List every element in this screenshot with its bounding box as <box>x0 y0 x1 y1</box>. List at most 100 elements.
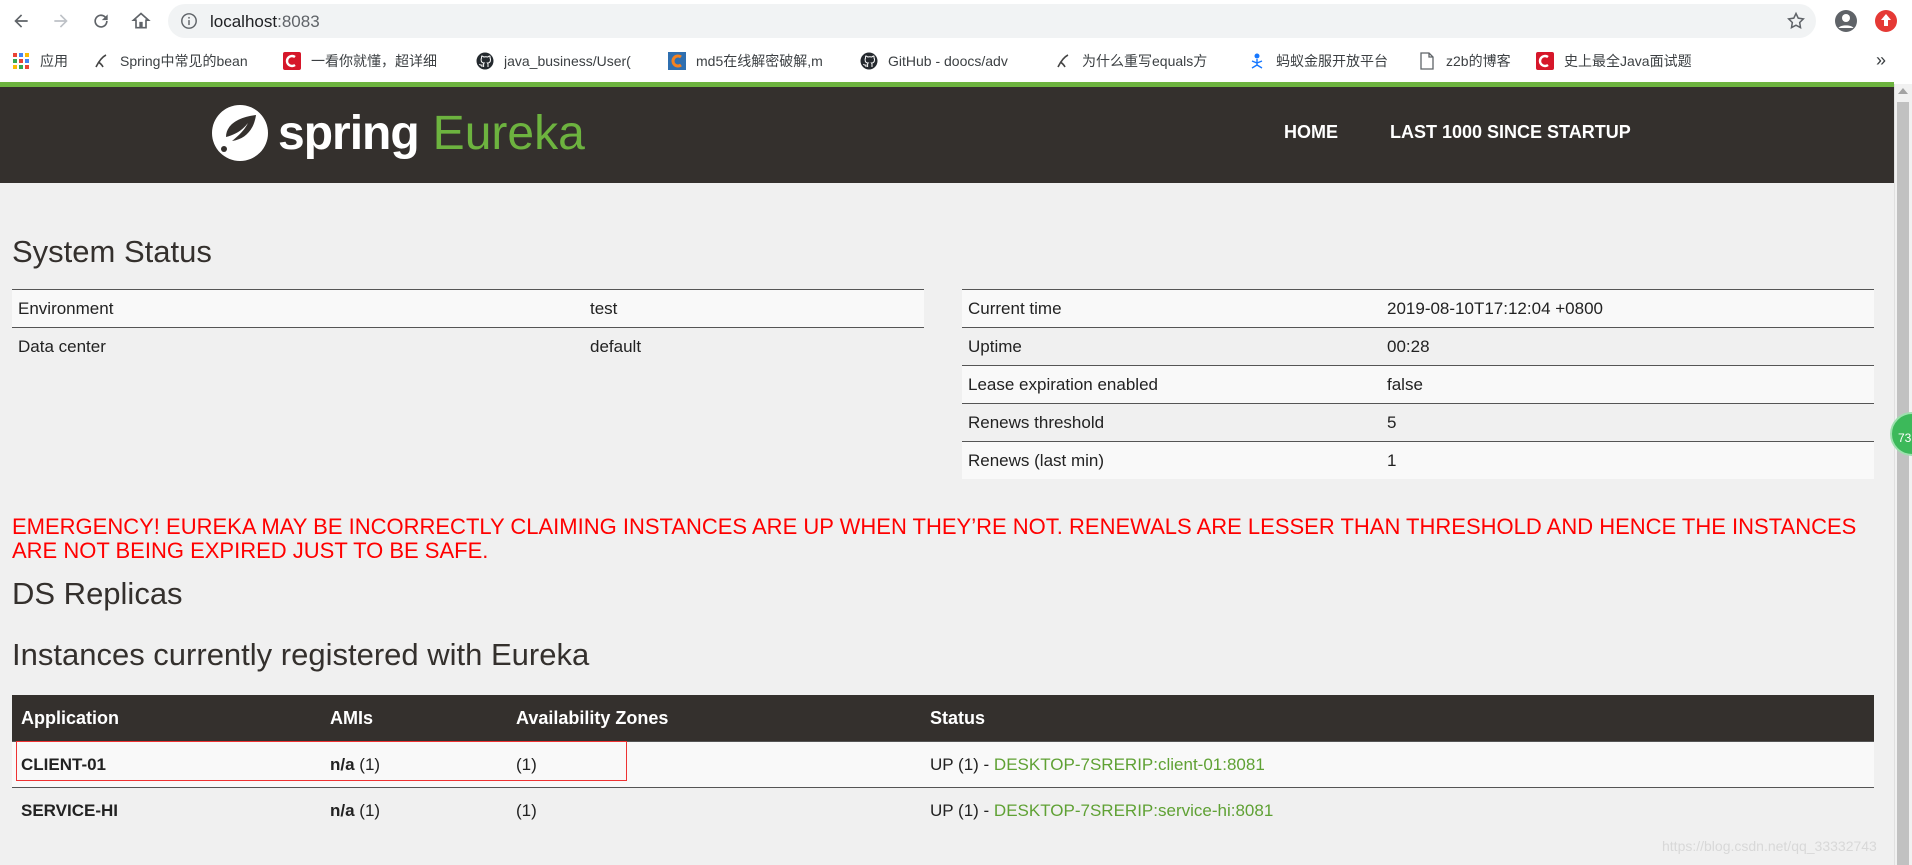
column-header-zones: Availability Zones <box>507 695 921 742</box>
status-label: Current time <box>962 289 1381 328</box>
amis-value: n/a <box>330 800 355 820</box>
application-name: SERVICE-HI <box>12 787 321 833</box>
bookmark-item[interactable]: java_business/User( <box>476 51 646 71</box>
forward-button[interactable] <box>48 8 74 34</box>
bookmark-item[interactable]: 一看你就懂，超详细 <box>283 51 453 71</box>
system-status-title: System Status <box>12 234 212 269</box>
url-text[interactable]: localhost:8083 <box>210 12 320 32</box>
bookmark-label: 蚂蚁金服开放平台 <box>1276 53 1388 69</box>
url-port: :8083 <box>277 12 320 31</box>
browser-chrome: localhost:8083 应用 Spring中常见的bean 一看你就懂，超… <box>0 0 1912 84</box>
status-text: UP (1) - <box>930 754 994 774</box>
amis-count: (1) <box>359 754 381 774</box>
bean-icon <box>92 52 110 70</box>
bookmarks-bar: 应用 Spring中常见的bean 一看你就懂，超详细 java_busines… <box>0 42 1912 80</box>
amis-cell: n/a (1) <box>321 787 507 833</box>
table-row: SERVICE-HI n/a (1) (1) UP (1) - DESKTOP-… <box>12 787 1874 833</box>
brand-eureka: Eureka <box>432 106 585 160</box>
status-value: 1 <box>1381 441 1874 479</box>
github-icon <box>476 52 494 70</box>
reload-button[interactable] <box>88 8 114 34</box>
bean-icon <box>1054 52 1072 70</box>
bookmark-star-icon[interactable] <box>1786 11 1806 31</box>
cmd5-icon <box>668 52 686 70</box>
ds-replicas-title: DS Replicas <box>12 576 183 611</box>
status-value: false <box>1381 365 1874 404</box>
nav-home-link[interactable]: HOME <box>1284 122 1338 143</box>
column-header-application: Application <box>12 695 321 742</box>
bookmark-label: Spring中常见的bean <box>120 53 248 69</box>
address-bar[interactable]: localhost:8083 <box>168 4 1816 38</box>
bookmark-item[interactable]: md5在线解密破解,m <box>668 51 840 71</box>
bookmark-item[interactable]: z2b的博客 <box>1418 51 1528 71</box>
reload-icon <box>94 14 108 28</box>
status-label: Lease expiration enabled <box>962 365 1381 404</box>
home-icon <box>131 12 151 29</box>
status-cell: UP (1) - DESKTOP-7SRERIP:service-hi:8081 <box>921 787 1874 833</box>
table-row: CLIENT-01 n/a (1) (1) UP (1) - DESKTOP-7… <box>12 741 1874 788</box>
nav-last-1000-link[interactable]: LAST 1000 SINCE STARTUP <box>1390 122 1631 143</box>
bookmark-item[interactable]: GitHub - doocs/adv <box>860 51 1032 71</box>
spring-eureka-logo[interactable]: spring Eureka <box>210 101 585 165</box>
status-label: Uptime <box>962 327 1381 366</box>
column-header-amis: AMIs <box>321 695 507 742</box>
bookmark-item[interactable]: 蚂蚁金服开放平台 <box>1248 51 1398 71</box>
bookmark-label: 一看你就懂，超详细 <box>311 53 437 69</box>
bookmark-label: 应用 <box>40 53 68 69</box>
csdn-icon <box>1536 52 1554 70</box>
status-label: Renews threshold <box>962 403 1381 442</box>
bookmark-label: GitHub - doocs/adv <box>888 53 1008 69</box>
bookmark-item[interactable]: Spring中常见的bean <box>92 51 262 71</box>
status-value: default <box>584 327 924 365</box>
csdn-icon <box>283 52 301 70</box>
instance-link[interactable]: DESKTOP-7SRERIP:service-hi:8081 <box>994 801 1273 820</box>
status-row: Renews (last min) 1 <box>962 441 1874 479</box>
status-row: Lease expiration enabled false <box>962 365 1874 404</box>
emergency-warning: EMERGENCY! EUREKA MAY BE INCORRECTLY CLA… <box>12 514 1857 563</box>
status-row: Environment test <box>12 289 924 328</box>
status-cell: UP (1) - DESKTOP-7SRERIP:client-01:8081 <box>921 741 1874 788</box>
status-row: Renews threshold 5 <box>962 403 1874 442</box>
status-row: Uptime 00:28 <box>962 327 1874 366</box>
back-button[interactable] <box>8 8 34 34</box>
zones-cell: (1) <box>507 741 921 788</box>
system-status-table-left: Environment test Data center default <box>12 289 924 365</box>
instances-table: Application AMIs Availability Zones Stat… <box>12 695 1874 833</box>
extension-icon[interactable] <box>1874 9 1898 33</box>
page-icon <box>1418 52 1436 70</box>
csdn-watermark: https://blog.csdn.net/qq_33332743 <box>1662 838 1877 854</box>
zones-cell: (1) <box>507 787 921 833</box>
github-icon <box>860 52 878 70</box>
bookmark-item[interactable]: 为什么重写equals方 <box>1054 51 1226 71</box>
instance-link[interactable]: DESKTOP-7SRERIP:client-01:8081 <box>994 755 1265 774</box>
instances-title: Instances currently registered with Eure… <box>12 637 590 672</box>
info-icon[interactable] <box>180 12 198 30</box>
table-header-row: Application AMIs Availability Zones Stat… <box>12 695 1874 742</box>
status-value: 2019-08-10T17:12:04 +0800 <box>1381 289 1874 328</box>
arrow-right-icon <box>54 14 68 28</box>
ant-icon <box>1248 52 1266 70</box>
apps-grid-icon <box>12 52 30 70</box>
scroll-up-arrow-icon[interactable] <box>1898 88 1908 94</box>
home-button[interactable] <box>128 8 154 34</box>
status-value: 5 <box>1381 403 1874 442</box>
status-label: Data center <box>12 327 584 365</box>
eureka-navbar: spring Eureka HOME LAST 1000 SINCE START… <box>0 87 1894 183</box>
amis-count: (1) <box>359 800 381 820</box>
brand-spring: spring <box>278 106 420 160</box>
application-name: CLIENT-01 <box>12 741 321 788</box>
status-row: Current time 2019-08-10T17:12:04 +0800 <box>962 289 1874 328</box>
amis-cell: n/a (1) <box>321 741 507 788</box>
bookmarks-overflow-button[interactable]: » <box>1876 50 1886 71</box>
arrow-left-icon <box>14 14 28 28</box>
scrollbar-thumb[interactable] <box>1897 102 1909 865</box>
bookmark-apps[interactable]: 应用 <box>12 51 84 71</box>
status-value: 00:28 <box>1381 327 1874 366</box>
bookmark-label: 史上最全Java面试题 <box>1564 53 1692 69</box>
bookmark-label: java_business/User( <box>504 53 631 69</box>
status-row: Data center default <box>12 327 924 365</box>
status-label: Environment <box>12 289 584 328</box>
bookmark-label: md5在线解密破解,m <box>696 53 823 69</box>
account-icon[interactable] <box>1834 9 1858 33</box>
bookmark-item[interactable]: 史上最全Java面试题 <box>1536 51 1708 71</box>
